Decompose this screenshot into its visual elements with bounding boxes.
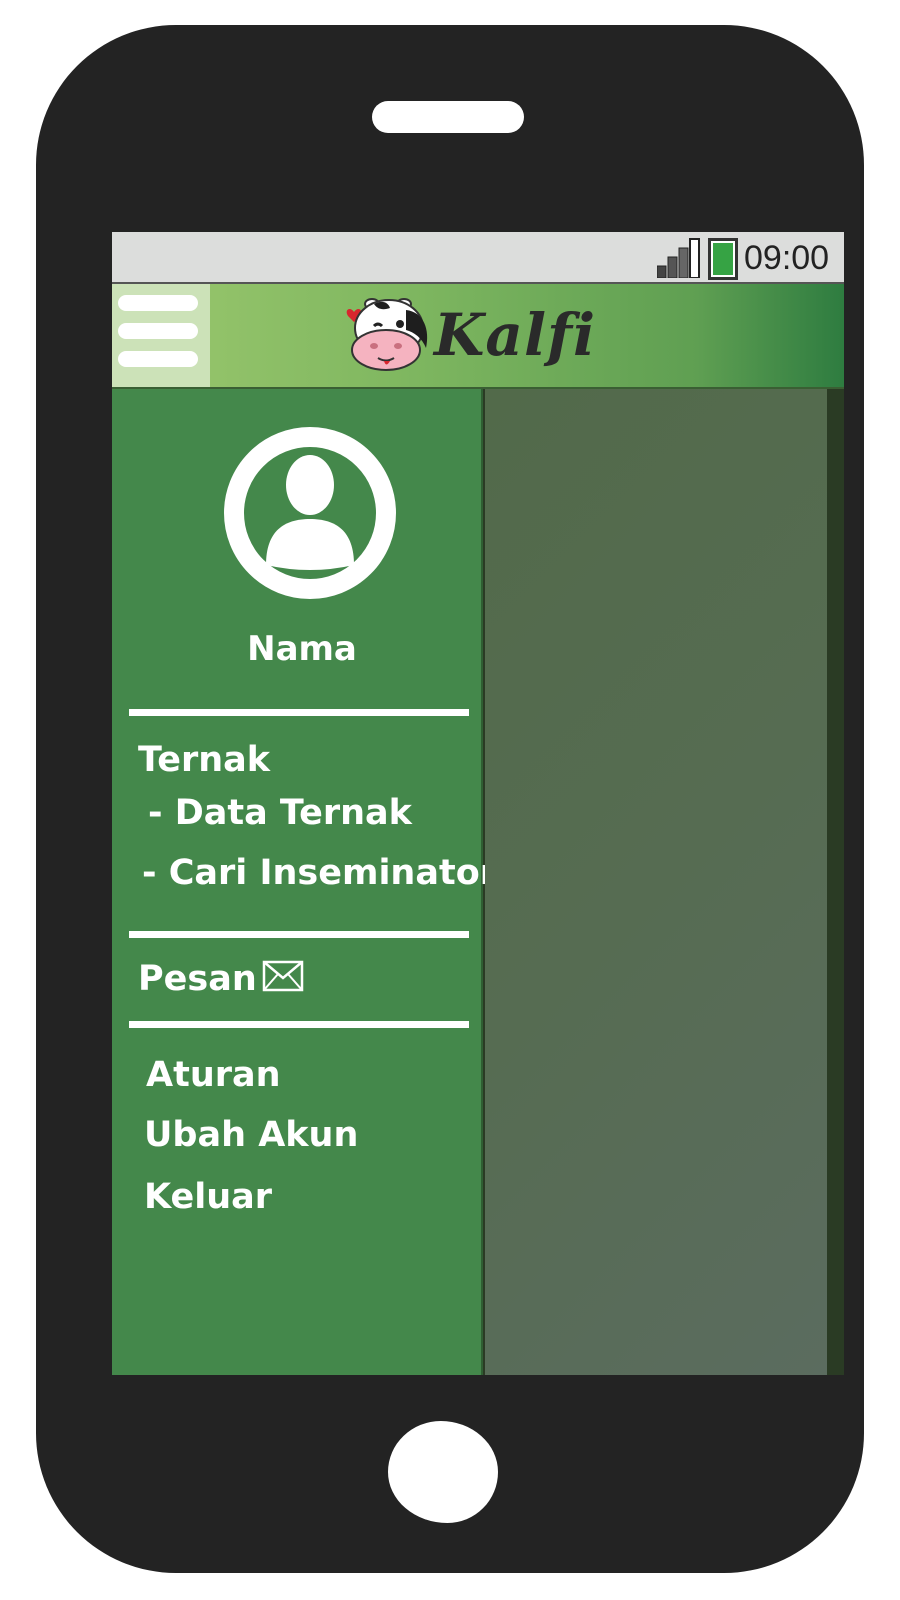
user-avatar-icon[interactable]	[224, 427, 396, 599]
menu-item-keluar[interactable]: Keluar	[144, 1175, 272, 1219]
menu-item-data-ternak[interactable]: - Data Ternak	[148, 791, 412, 835]
navigation-drawer: Nama Ternak - Data Ternak - Cari Insemin…	[112, 389, 497, 1375]
battery-icon	[708, 238, 738, 280]
divider	[129, 931, 469, 938]
app-bar: Kalfi	[112, 284, 844, 389]
hamburger-menu-icon	[118, 323, 198, 339]
phone-screen: 09:00 Kalfi Nama Ternak - Data Ternak - …	[112, 232, 844, 1375]
screen-edge	[827, 389, 844, 1375]
divider	[129, 1021, 469, 1028]
menu-item-aturan[interactable]: Aturan	[146, 1053, 281, 1097]
signal-bars-icon	[657, 238, 700, 278]
divider	[129, 709, 469, 716]
home-button[interactable]	[388, 1421, 498, 1523]
status-time: 09:00	[744, 239, 830, 277]
menu-section-ternak: Ternak	[138, 740, 271, 780]
menu-item-ubah-akun[interactable]: Ubah Akun	[144, 1113, 358, 1157]
battery-level	[713, 243, 733, 275]
app-logo: Kalfi	[344, 290, 604, 382]
phone-frame: 09:00 Kalfi Nama Ternak - Data Ternak - …	[36, 25, 864, 1573]
status-bar: 09:00	[112, 232, 844, 284]
hamburger-menu-icon	[118, 351, 198, 367]
hamburger-menu-icon	[118, 295, 198, 311]
hamburger-menu-button[interactable]	[112, 284, 210, 387]
cow-mascot-icon	[346, 298, 428, 371]
brand-name: Kalfi	[434, 301, 597, 369]
menu-item-cari-inseminator[interactable]: - Cari Inseminator	[142, 851, 497, 895]
menu-item-pesan[interactable]: Pesan	[138, 957, 257, 1001]
mail-icon[interactable]	[262, 960, 304, 992]
user-name: Nama	[247, 629, 357, 669]
phone-speaker	[372, 101, 524, 133]
drawer-scrim[interactable]	[485, 389, 827, 1375]
